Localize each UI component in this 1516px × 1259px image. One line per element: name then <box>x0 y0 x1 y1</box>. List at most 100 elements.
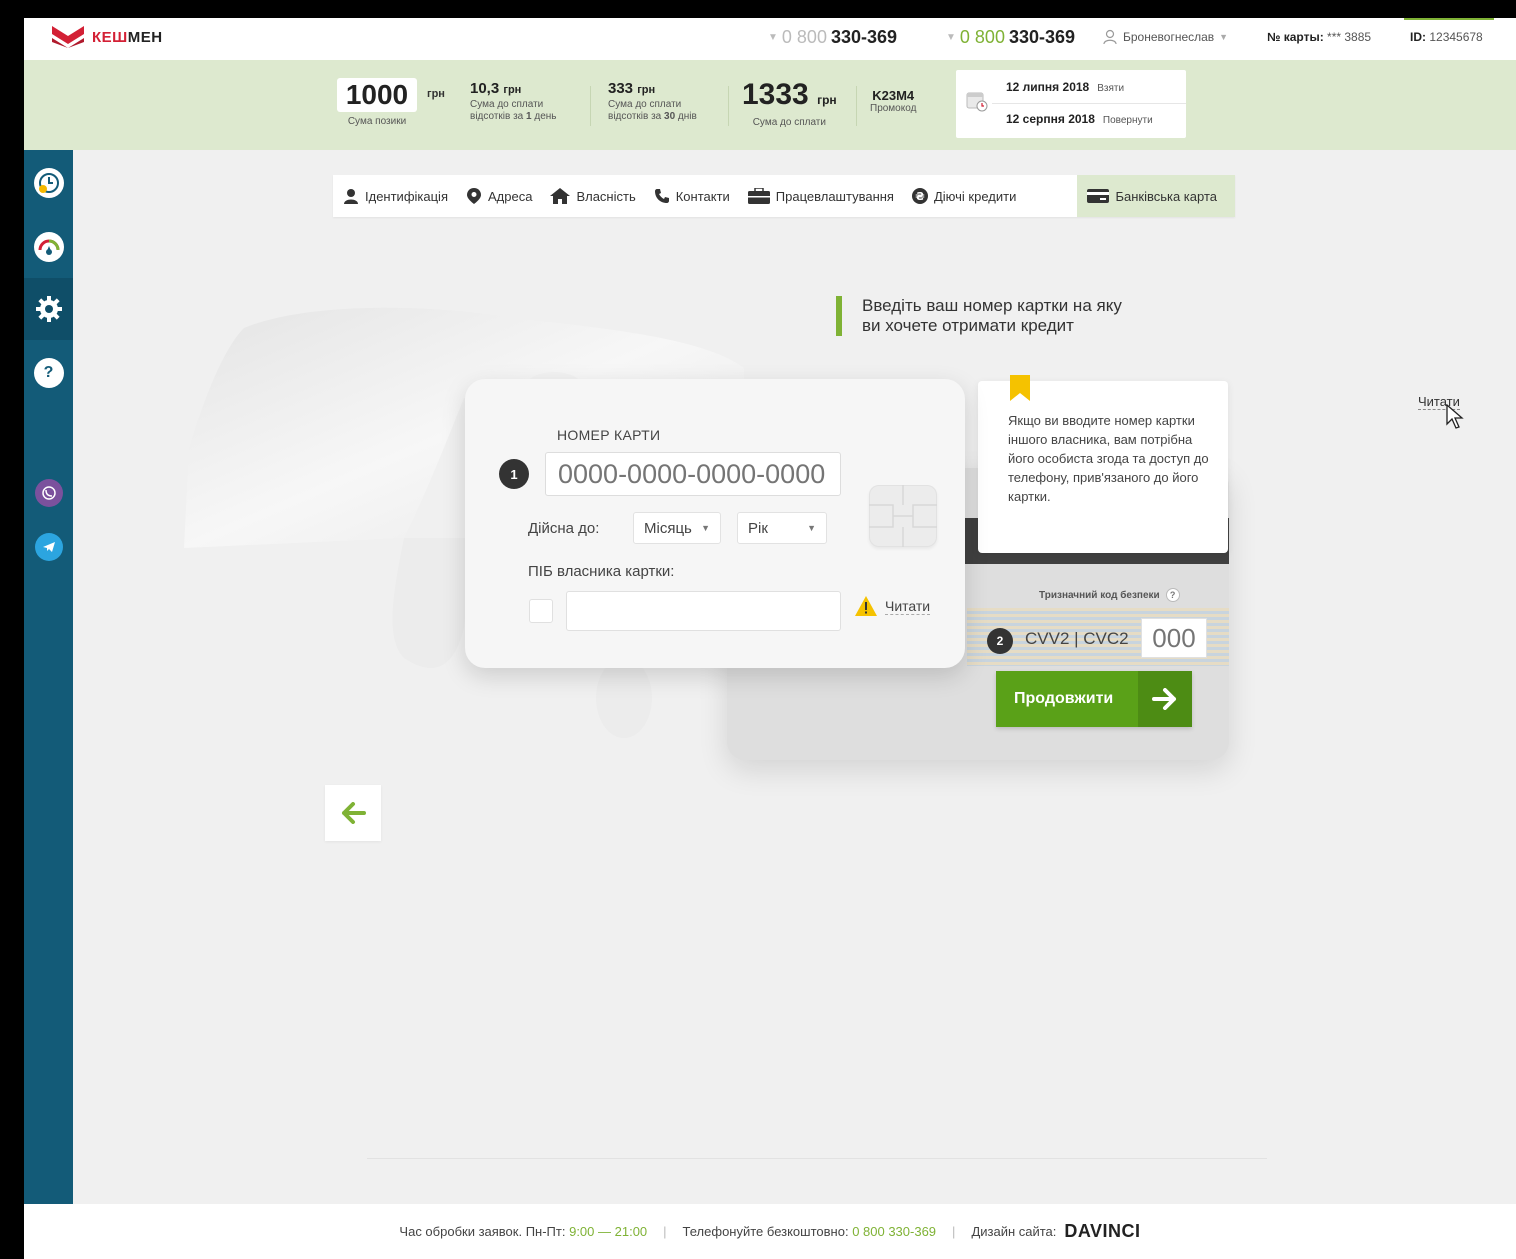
tab-label: Працевлаштування <box>775 188 894 204</box>
hint-box: Якщо ви вводите номер картки іншого влас… <box>978 375 1228 553</box>
dates-divider <box>992 103 1186 104</box>
total-currency: грн <box>817 93 837 107</box>
take-label: Взяти <box>1097 83 1125 94</box>
footer-free-phone[interactable]: 0 800 330-369 <box>852 1224 936 1239</box>
logo-icon <box>52 26 84 48</box>
card-prompt-heading: Введіть ваш номер картки на яку ви хочет… <box>836 296 1122 336</box>
logo-text: КЕШМЕН <box>92 29 163 46</box>
arrow-left-icon <box>342 802 366 824</box>
briefcase-icon <box>747 188 770 204</box>
tab-label: Адреса <box>487 188 533 204</box>
card-number-label: НОМЕР КАРТИ <box>557 427 661 443</box>
card-front: НОМЕР КАРТИ 1 Дійсна до: Місяць ▼ Рік ▼ … <box>465 379 965 668</box>
logo-text-prefix: КЕШ <box>92 28 128 46</box>
daily-line2-pre: відсотків за <box>470 111 527 122</box>
summary-divider <box>728 86 729 126</box>
tab-contacts[interactable]: Контакти <box>644 175 738 217</box>
back-button[interactable] <box>325 785 381 841</box>
take-date-row: 12 липня 2018 Взяти <box>1006 80 1124 94</box>
step-1-badge: 1 <box>499 459 529 489</box>
tab-label: Ідентифікація <box>365 188 448 204</box>
monthly-line2-post: днів <box>675 111 697 122</box>
sidebar-viber[interactable] <box>24 462 73 524</box>
rating-gauge-icon <box>33 232 64 262</box>
total-amount: 1333 <box>742 78 809 111</box>
month-select[interactable]: Місяць ▼ <box>633 512 721 544</box>
daily-interest: 10,3 грн Сума до сплати відсотків за 1 д… <box>470 80 557 123</box>
owner-name-input[interactable] <box>566 591 841 631</box>
summary-divider <box>590 86 591 126</box>
header-card-number: № карты: *** 3885 <box>1267 30 1371 44</box>
sidebar-rating[interactable] <box>24 216 73 278</box>
card-number-input[interactable] <box>545 452 841 496</box>
phone-number: 330-369 <box>1008 27 1076 47</box>
warning-read-link[interactable]: Читати <box>855 596 931 616</box>
chevron-down-icon: ▼ <box>701 523 710 533</box>
cvv-input[interactable] <box>1141 618 1207 658</box>
tab-bank-card[interactable]: Банківська карта <box>1077 175 1235 217</box>
sidebar-settings[interactable] <box>24 278 73 340</box>
user-icon <box>1103 29 1117 45</box>
monthly-currency: грн <box>637 84 656 96</box>
loan-dates[interactable]: 12 липня 2018 Взяти 12 серпня 2018 Поверну… <box>956 70 1186 138</box>
footer-design-brand[interactable]: DAVINCI <box>1064 1221 1140 1242</box>
phone-prefix: 0 800 <box>959 27 1005 47</box>
tab-label: Діючі кредити <box>933 188 1017 204</box>
chevron-down-icon: ▼ <box>807 523 816 533</box>
tab-employment[interactable]: Працевлаштування <box>738 175 902 217</box>
return-date-row: 12 серпня 2018 Повернути <box>1006 112 1153 126</box>
tab-property[interactable]: Власність <box>540 175 643 217</box>
footer-design-text: Дизайн сайта: <box>971 1224 1057 1239</box>
chevron-down-icon: ▼ <box>768 32 778 43</box>
promo-block: K23M4 Промокод <box>870 88 916 114</box>
header-phone-2[interactable]: ▼ 0 800 330-369 <box>946 27 1075 48</box>
tab-label: Власність <box>576 188 636 204</box>
owner-checkbox[interactable] <box>529 599 553 623</box>
calendar-icon <box>966 92 988 112</box>
tab-identification[interactable]: Ідентифікація <box>333 175 456 217</box>
year-select[interactable]: Рік ▼ <box>737 512 827 544</box>
sidebar: ? <box>24 150 73 1204</box>
chip-icon <box>869 485 937 547</box>
daily-line2-post: день <box>531 111 557 122</box>
top-header: КЕШМЕН ▼ 0 800 330-369 ▼ 0 800 330-369 Б… <box>24 18 1516 60</box>
card-label: № карты: <box>1267 30 1324 44</box>
bookmark-icon <box>1010 375 1030 401</box>
tab-address[interactable]: Адреса <box>456 175 540 217</box>
loan-currency: грн <box>427 88 445 100</box>
total-label: Сума до сплати <box>752 117 826 128</box>
tab-label: Банківська карта <box>1115 188 1217 204</box>
security-code-text: Тризначний код безпеки <box>1039 589 1160 601</box>
sidebar-telegram[interactable] <box>24 516 73 578</box>
step-2-badge: 2 <box>987 628 1013 654</box>
loan-summary: 1000 грн Сума позики 10,3 грн Сума до сп… <box>24 60 1516 150</box>
footer-separator: | <box>952 1224 956 1239</box>
form-tabs: Ідентифікація Адреса Власність Контакти … <box>333 175 1235 217</box>
monthly-line2: відсотків за 30 днів <box>608 111 697 123</box>
footer-divider <box>367 1158 1267 1159</box>
house-icon <box>550 188 571 204</box>
card-value: *** 3885 <box>1327 30 1372 44</box>
return-date: 12 серпня 2018 <box>1006 112 1095 126</box>
logo-text-suffix: МЕН <box>127 28 163 46</box>
continue-button[interactable]: Продовжити <box>996 671 1192 727</box>
monthly-interest: 333 грн Сума до сплати відсотків за 30 д… <box>608 80 697 123</box>
tab-active-credits[interactable]: ₴ Діючі кредити <box>902 175 1024 217</box>
loan-label: Сума позики <box>347 116 407 127</box>
logo[interactable]: КЕШМЕН <box>52 26 163 48</box>
sidebar-help[interactable]: ? <box>24 342 73 404</box>
phone-icon <box>654 188 670 204</box>
chevron-down-icon: ▼ <box>1219 32 1229 42</box>
page: КЕШМЕН ▼ 0 800 330-369 ▼ 0 800 330-369 Б… <box>24 18 1516 1259</box>
daily-line1: Сума до сплати <box>470 99 544 110</box>
arrow-right-icon <box>1138 671 1192 727</box>
heading-line2: ви хочете отримати кредит <box>862 316 1074 335</box>
header-accent-bar <box>1404 18 1494 20</box>
question-icon[interactable]: ? <box>1165 588 1180 602</box>
summary-divider <box>856 86 857 126</box>
user-menu[interactable]: Броневогнеслав ▼ <box>1102 29 1228 45</box>
monthly-amount: 333 <box>608 80 634 97</box>
header-phone-1[interactable]: ▼ 0 800 330-369 <box>768 27 897 48</box>
header-user-id: ID: 12345678 <box>1410 30 1483 44</box>
sidebar-history[interactable] <box>24 152 73 214</box>
